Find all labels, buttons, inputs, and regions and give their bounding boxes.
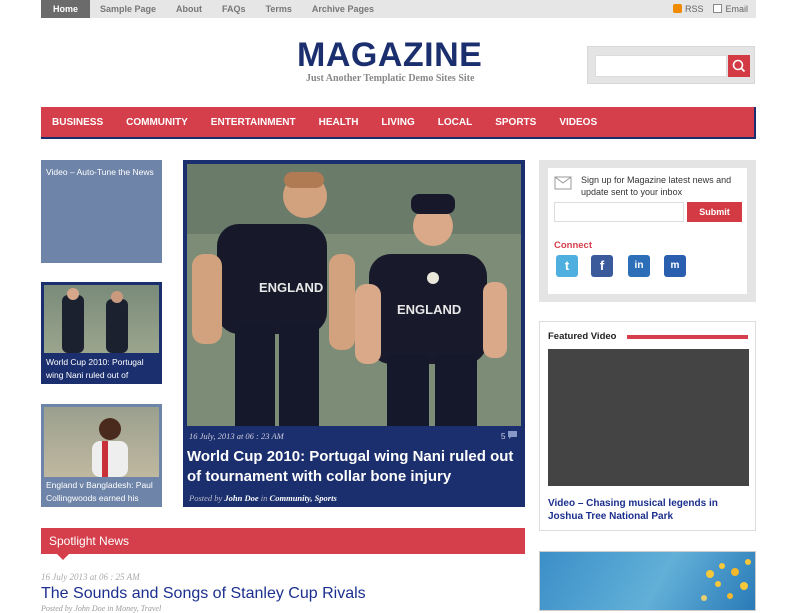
facebook-icon[interactable]: f xyxy=(591,255,613,277)
featured-video-rule xyxy=(627,335,748,339)
rss-link[interactable]: RSS xyxy=(672,0,704,18)
posted-by-label: Posted by xyxy=(189,493,223,503)
featured-byline: Posted by John Doe in Community, Sports xyxy=(189,493,337,503)
search-button[interactable] xyxy=(728,55,750,77)
featured-video-widget: Featured Video Video – Chasing musical l… xyxy=(539,321,756,531)
player-thumbnail xyxy=(92,418,128,477)
left-card-thumb xyxy=(44,285,159,353)
menu-health[interactable]: HEALTH xyxy=(319,117,359,128)
spotlight-pointer xyxy=(57,554,69,560)
top-nav-home[interactable]: Home xyxy=(41,0,91,18)
menu-local[interactable]: LOCAL xyxy=(438,117,472,128)
spotlight-date: 16 July 2013 at 06 : 25 AM xyxy=(41,572,140,582)
spotlight-header: Spotlight News xyxy=(41,528,525,560)
menu-living[interactable]: LIVING xyxy=(381,117,414,128)
newsletter-submit-button[interactable]: Submit xyxy=(687,202,742,222)
search-icon xyxy=(732,59,746,73)
ad-banner[interactable] xyxy=(539,551,756,611)
spotlight-byline: Posted by John Doe in Money, Travel xyxy=(41,604,162,613)
spotlight-title: Spotlight News xyxy=(49,534,130,548)
menu-videos[interactable]: VIDEOS xyxy=(559,117,597,128)
svg-text:ENGLAND: ENGLAND xyxy=(397,302,461,317)
featured-image[interactable]: ENGLAND ENGLAND xyxy=(187,164,521,426)
category-links[interactable]: Community, Sports xyxy=(270,493,337,503)
search-input[interactable] xyxy=(595,55,727,77)
top-nav-sample-page[interactable]: Sample Page xyxy=(90,0,166,18)
left-card-title: England v Bangladesh: Paul Collingwoods … xyxy=(46,480,153,503)
left-card-worldcup[interactable]: World Cup 2010: Portugal wing Nani ruled… xyxy=(41,282,162,384)
video-player[interactable] xyxy=(548,349,749,486)
left-card-thumb xyxy=(44,407,159,477)
myspace-icon[interactable]: m xyxy=(664,255,686,277)
newsletter-icon xyxy=(554,176,572,190)
players-thumbnail xyxy=(62,288,128,353)
linkedin-icon[interactable]: in xyxy=(628,255,650,277)
top-nav-faqs[interactable]: FAQs xyxy=(212,0,256,18)
featured-date: 16 July, 2013 at 06 : 23 AM xyxy=(189,431,284,441)
comment-icon xyxy=(508,431,517,439)
mail-icon xyxy=(713,4,723,13)
left-card-england[interactable]: England v Bangladesh: Paul Collingwoods … xyxy=(41,404,162,507)
spotlight-article-title[interactable]: The Sounds and Songs of Stanley Cup Riva… xyxy=(41,585,366,603)
featured-video-title: Featured Video xyxy=(548,331,617,342)
top-links: RSS Email xyxy=(672,0,748,18)
featured-article[interactable]: ENGLAND ENGLAND 16 July, 2013 at 06 : 23… xyxy=(183,160,525,507)
search-box xyxy=(587,46,755,84)
featured-title[interactable]: World Cup 2010: Portugal wing Nani ruled… xyxy=(187,447,523,487)
rss-icon xyxy=(672,4,682,13)
left-card-title: Video – Auto-Tune the News xyxy=(46,167,154,177)
menu-community[interactable]: COMMUNITY xyxy=(126,117,188,128)
featured-video-caption[interactable]: Video – Chasing musical legends in Joshu… xyxy=(548,497,748,523)
menu-business[interactable]: BUSINESS xyxy=(52,117,103,128)
top-nav-terms[interactable]: Terms xyxy=(256,0,302,18)
newsletter-email-input[interactable] xyxy=(554,202,684,222)
left-card-video[interactable]: Video – Auto-Tune the News xyxy=(41,160,162,263)
twitter-icon[interactable]: t xyxy=(556,255,578,277)
top-nav-archive-pages[interactable]: Archive Pages xyxy=(302,0,384,18)
email-label: Email xyxy=(725,4,748,14)
ad-image xyxy=(701,559,751,601)
author-link[interactable]: John Doe xyxy=(224,493,258,503)
comment-count: 5 xyxy=(500,431,506,441)
top-bar: Home Sample Page About FAQs Terms Archiv… xyxy=(41,0,756,18)
menu-sports[interactable]: SPORTS xyxy=(495,117,536,128)
site-logo[interactable]: MAGAZINE xyxy=(297,36,482,75)
top-nav-about[interactable]: About xyxy=(166,0,212,18)
menu-entertainment[interactable]: ENTERTAINMENT xyxy=(211,117,296,128)
cricket-players-image: ENGLAND ENGLAND xyxy=(187,164,521,426)
featured-comment-count[interactable]: 5 xyxy=(501,431,517,441)
newsletter-widget: Sign up for Magazine latest news and upd… xyxy=(539,160,756,302)
left-card-title: World Cup 2010: Portugal wing Nani ruled… xyxy=(46,357,144,380)
main-menu: BUSINESS COMMUNITY ENTERTAINMENT HEALTH … xyxy=(41,107,756,139)
svg-text:ENGLAND: ENGLAND xyxy=(259,280,323,295)
rss-label: RSS xyxy=(684,4,704,14)
newsletter-text: Sign up for Magazine latest news and upd… xyxy=(581,175,732,197)
site-tagline: Just Another Templatic Demo Sites Site xyxy=(306,73,475,84)
connect-heading: Connect xyxy=(554,240,592,251)
in-label: in xyxy=(260,493,268,503)
top-nav: Home Sample Page About FAQs Terms Archiv… xyxy=(41,0,756,18)
email-link[interactable]: Email xyxy=(713,0,748,18)
newsletter-inner: Sign up for Magazine latest news and upd… xyxy=(548,168,747,294)
